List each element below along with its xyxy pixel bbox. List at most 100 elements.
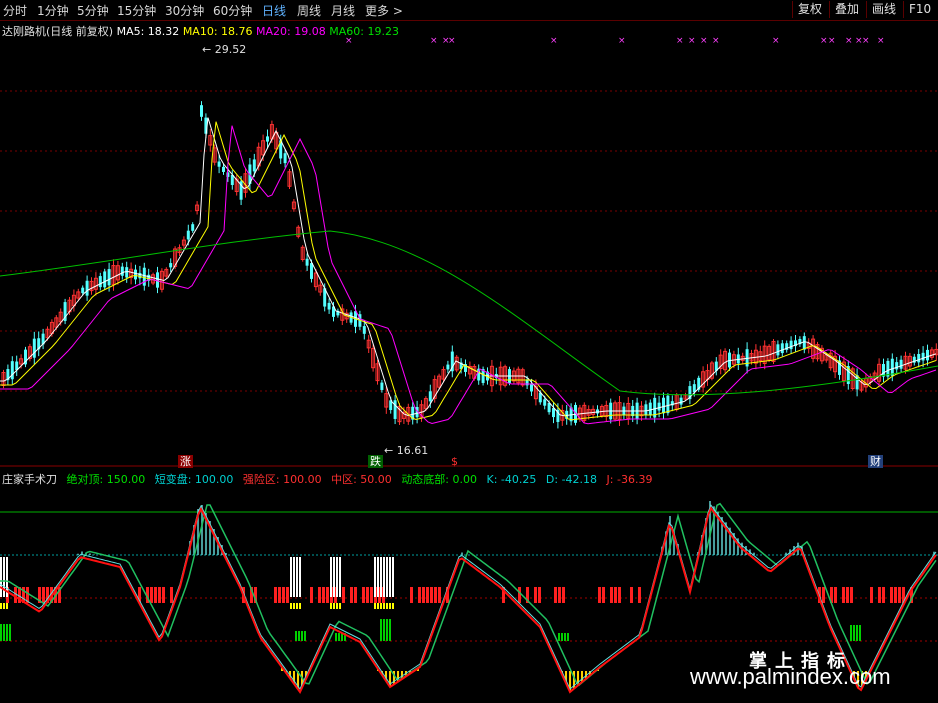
danger-block	[342, 587, 345, 603]
signal-marker: ×	[448, 36, 456, 46]
danger-block	[170, 587, 173, 603]
yellow-signal-bar	[296, 603, 298, 609]
period-tab-5min[interactable]: 5分钟	[77, 2, 109, 19]
period-tab-weekly[interactable]: 周线	[297, 2, 321, 19]
white-signal-bar	[339, 557, 341, 597]
candle-body	[107, 269, 111, 286]
white-signal-bar	[374, 557, 376, 597]
danger-block	[322, 587, 325, 603]
tag-dollar[interactable]: $	[449, 455, 460, 468]
white-signal-bar	[333, 557, 335, 597]
candle-body	[657, 402, 661, 411]
candle-body	[120, 266, 124, 276]
candlesticks	[1, 101, 938, 429]
green-signal-bar	[295, 631, 297, 641]
danger-block	[426, 587, 429, 603]
green-signal-bar	[304, 631, 306, 641]
green-signal-bar	[859, 625, 861, 641]
white-signal-bar	[296, 557, 298, 597]
yellow-signal-bar	[377, 603, 379, 609]
signal-marker: ×	[862, 36, 870, 46]
mid-value: 中区: 50.00	[331, 473, 392, 486]
candle-body	[789, 340, 793, 350]
candle-body	[217, 161, 221, 167]
danger-block	[602, 587, 605, 603]
danger-block	[894, 587, 897, 603]
ma60-line	[0, 230, 938, 396]
danger-block	[850, 587, 853, 603]
yellow-signal-bar	[293, 603, 295, 609]
candle-body	[921, 352, 925, 361]
f10-button[interactable]: F10	[903, 1, 936, 18]
ma20-value: MA20: 19.08	[256, 25, 326, 38]
draw-line-button[interactable]: 画线	[866, 1, 901, 18]
kline-chart[interactable]: × × ×× × × × × × × × × × × × × ×	[0, 21, 938, 703]
j-value: J: -36.39	[606, 473, 653, 486]
period-tab-monthly[interactable]: 月线	[331, 2, 355, 19]
danger-block	[410, 587, 413, 603]
ma60-value: MA60: 19.23	[329, 25, 399, 38]
candle-body	[156, 272, 159, 288]
danger-block	[822, 587, 825, 603]
danger-block	[158, 587, 161, 603]
fuquan-button[interactable]: 复权	[792, 1, 827, 18]
candle-body	[780, 343, 784, 354]
period-tab-1min[interactable]: 1分钟	[37, 2, 69, 19]
white-signal-bar	[330, 557, 332, 597]
yellow-signal-bar	[6, 603, 8, 609]
period-tab-more[interactable]: 更多 >	[365, 2, 403, 19]
candle-body	[648, 402, 652, 415]
tag-die[interactable]: 跌	[368, 455, 383, 468]
yellow-signal-bar	[3, 603, 5, 609]
candle-body	[428, 391, 432, 402]
green-signal-bar	[383, 619, 385, 641]
candle-body	[644, 404, 648, 416]
yellow-signal-bar	[392, 603, 394, 609]
danger-block	[890, 587, 893, 603]
danger-block	[418, 587, 421, 603]
danger-block	[898, 587, 901, 603]
danger-block	[438, 587, 441, 603]
green-signal-bar	[3, 624, 5, 641]
candle-body	[666, 395, 670, 414]
candle-body	[393, 400, 397, 419]
period-tab-fenshi[interactable]: 分时	[3, 2, 27, 19]
white-signal-bar	[380, 557, 382, 597]
period-tab-30min[interactable]: 30分钟	[165, 2, 204, 19]
candle-body	[362, 326, 366, 334]
danger-block	[370, 587, 373, 603]
period-toolbar: 分时 1分钟 5分钟 15分钟 30分钟 60分钟 日线 周线 月线 更多 > …	[0, 0, 938, 21]
yellow-signal-bar	[333, 603, 335, 609]
white-signal-bar	[299, 557, 301, 597]
high-price-label: ← 29.52	[202, 43, 247, 56]
green-signal-bar	[0, 624, 2, 641]
tag-cai[interactable]: 财	[868, 455, 883, 468]
candle-body	[252, 159, 256, 172]
period-tab-60min[interactable]: 60分钟	[213, 2, 252, 19]
period-tab-15min[interactable]: 15分钟	[117, 2, 156, 19]
candle-body	[926, 349, 929, 361]
yellow-signal-bar	[383, 603, 385, 609]
green-signal-bar	[301, 631, 303, 641]
overlay-button[interactable]: 叠加	[829, 1, 864, 18]
green-signal-bar	[564, 633, 566, 641]
period-tab-daily[interactable]: 日线	[262, 2, 286, 19]
watermark-url: www.palmindex.com	[690, 664, 891, 689]
danger-block	[434, 587, 437, 603]
candle-body	[895, 362, 899, 370]
signal-marker: ×	[688, 36, 696, 46]
danger-block	[366, 587, 369, 603]
danger-block	[610, 587, 613, 603]
signal-marker: ×	[550, 36, 558, 46]
white-signal-bar	[293, 557, 295, 597]
tag-zhang[interactable]: 涨	[178, 455, 193, 468]
candle-body	[899, 359, 903, 369]
candle-body	[85, 280, 89, 296]
green-signal-bar	[9, 624, 11, 641]
candle-body	[200, 105, 203, 117]
candle-body	[530, 383, 533, 392]
danger-block	[350, 587, 353, 603]
danger-block	[562, 587, 565, 603]
signal-marker: ×	[430, 36, 438, 46]
candle-body	[679, 397, 683, 405]
